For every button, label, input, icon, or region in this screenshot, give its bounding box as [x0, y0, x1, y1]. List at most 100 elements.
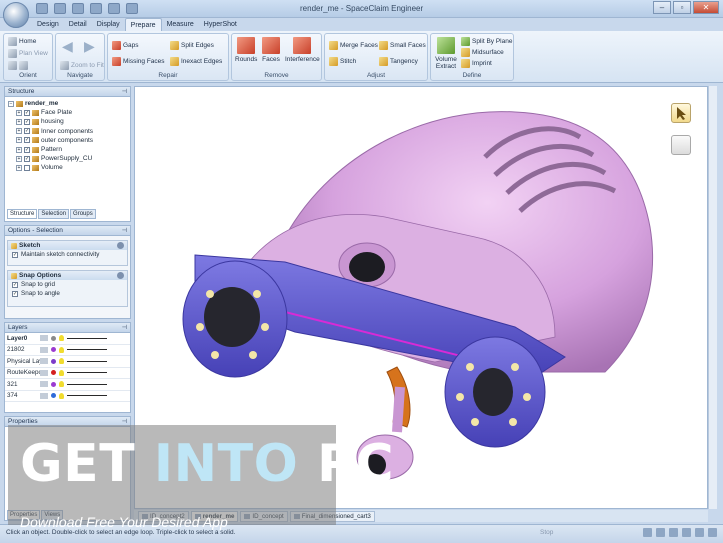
- checkbox[interactable]: ✓: [12, 290, 18, 297]
- expand-icon[interactable]: +: [16, 137, 22, 144]
- interference-button[interactable]: Interference: [285, 37, 320, 63]
- layer-row[interactable]: Layer0: [5, 333, 130, 345]
- new-icon[interactable]: [36, 3, 48, 14]
- stitch-button[interactable]: Stitch: [329, 57, 356, 66]
- merge-faces-button[interactable]: Merge Faces: [329, 41, 378, 50]
- expand-icon[interactable]: +: [16, 165, 22, 172]
- expand-icon[interactable]: +: [16, 146, 22, 153]
- tree-root[interactable]: − render_me: [8, 99, 127, 108]
- layer-row[interactable]: 374: [5, 391, 130, 402]
- snap-to-grid-option[interactable]: ✓ Snap to grid: [8, 280, 127, 289]
- visibility-bulb-icon[interactable]: [59, 369, 64, 376]
- collapse-icon[interactable]: [117, 242, 124, 249]
- snap-icon[interactable]: [669, 528, 678, 537]
- layer-color-icon[interactable]: [51, 347, 56, 353]
- visibility-bulb-icon[interactable]: [59, 381, 64, 388]
- rounds-button[interactable]: Rounds: [235, 37, 257, 63]
- line-style-icon[interactable]: [67, 349, 107, 351]
- tab-detail[interactable]: Detail: [64, 18, 92, 31]
- imprint-button[interactable]: Imprint: [461, 59, 492, 68]
- layer-color-icon[interactable]: [51, 381, 56, 387]
- tab-display[interactable]: Display: [92, 18, 125, 31]
- pin-icon[interactable]: ⊣: [122, 87, 127, 97]
- render-mode-icon[interactable]: [695, 528, 704, 537]
- collapse-icon[interactable]: −: [8, 100, 14, 107]
- small-faces-button[interactable]: Small Faces: [379, 41, 426, 50]
- back-arrow-icon[interactable]: ◀: [62, 39, 76, 53]
- visibility-bulb-icon[interactable]: [59, 346, 64, 353]
- minimize-button[interactable]: –: [653, 1, 671, 14]
- plan-view-button[interactable]: Plan View: [8, 49, 48, 58]
- tab-groups[interactable]: Groups: [70, 209, 96, 219]
- checkbox[interactable]: ✓: [12, 251, 18, 258]
- selection-filter-icon[interactable]: [656, 528, 665, 537]
- view-options-button[interactable]: [8, 61, 28, 70]
- visibility-checkbox[interactable]: [24, 165, 30, 172]
- tab-hypershot[interactable]: HyperShot: [199, 18, 242, 31]
- snap-to-angle-option[interactable]: ✓ Snap to angle: [8, 289, 127, 298]
- split-edges-button[interactable]: Split Edges: [170, 41, 214, 50]
- view-style-icon[interactable]: [682, 528, 691, 537]
- tree-item[interactable]: + ✓ PowerSupply_CU: [8, 154, 127, 163]
- layer-row[interactable]: 321: [5, 379, 130, 391]
- visibility-checkbox[interactable]: ✓: [24, 109, 30, 116]
- open-icon[interactable]: [54, 3, 66, 14]
- save-icon[interactable]: [72, 3, 84, 14]
- missing-faces-button[interactable]: Missing Faces: [112, 57, 165, 66]
- pin-icon[interactable]: ⊣: [122, 323, 127, 333]
- checkbox[interactable]: ✓: [12, 281, 18, 288]
- tab-prepare[interactable]: Prepare: [124, 18, 162, 31]
- inexact-edges-button[interactable]: Inexact Edges: [170, 57, 222, 66]
- faces-button[interactable]: Faces: [262, 37, 280, 63]
- maximize-button[interactable]: ▫: [673, 1, 691, 14]
- viewport-scrollbar[interactable]: [708, 86, 717, 509]
- line-style-icon[interactable]: [67, 360, 107, 362]
- sketch-options-header[interactable]: Sketch: [8, 241, 127, 250]
- tree-item[interactable]: + ✓ Pattern: [8, 145, 127, 154]
- line-style-icon[interactable]: [67, 372, 107, 374]
- visibility-checkbox[interactable]: ✓: [24, 119, 30, 125]
- select-tool-icon[interactable]: [671, 103, 691, 123]
- visibility-checkbox[interactable]: ✓: [24, 137, 30, 144]
- tangency-button[interactable]: Tangency: [379, 57, 418, 66]
- visibility-checkbox[interactable]: ✓: [24, 128, 30, 135]
- undo-icon[interactable]: [90, 3, 102, 14]
- close-button[interactable]: ✕: [693, 1, 719, 14]
- stop-button[interactable]: Stop: [540, 529, 553, 536]
- line-style-icon[interactable]: [67, 395, 107, 397]
- tab-design[interactable]: Design: [32, 18, 64, 31]
- app-menu-button[interactable]: [3, 2, 29, 28]
- zoom-to-fit-button[interactable]: Zoom to Fit: [60, 61, 104, 70]
- pin-icon[interactable]: ⊣: [122, 226, 127, 236]
- tab-structure[interactable]: Structure: [7, 209, 38, 219]
- expand-icon[interactable]: +: [16, 128, 22, 135]
- line-style-icon[interactable]: [67, 383, 107, 385]
- expand-icon[interactable]: +: [16, 155, 22, 162]
- midsurface-button[interactable]: Midsurface: [461, 48, 504, 57]
- pin-icon[interactable]: ⊣: [122, 417, 127, 427]
- layer-color-icon[interactable]: [51, 358, 56, 364]
- maintain-connectivity-option[interactable]: ✓ Maintain sketch connectivity: [8, 250, 127, 259]
- select-mode-icon[interactable]: [643, 528, 652, 537]
- expand-icon[interactable]: +: [16, 109, 22, 116]
- expand-icon[interactable]: +: [16, 119, 22, 125]
- tab-measure[interactable]: Measure: [162, 18, 199, 31]
- doc-tab-id-concept[interactable]: ID_concept: [240, 510, 288, 522]
- snap-options-header[interactable]: Snap Options: [8, 271, 127, 280]
- visibility-bulb-icon[interactable]: [59, 392, 64, 399]
- doc-tab-final-dimensioned-cart3[interactable]: Final_dimensioned_cart3: [289, 510, 375, 522]
- tab-selection[interactable]: Selection: [38, 209, 70, 219]
- tree-item[interactable]: + ✓ housing: [8, 117, 127, 126]
- gaps-button[interactable]: Gaps: [112, 41, 139, 50]
- layer-row[interactable]: Physical Lay...: [5, 356, 130, 368]
- tree-item[interactable]: + ✓ Face Plate: [8, 108, 127, 117]
- volume-extract-button[interactable]: Volume Extract: [434, 37, 458, 70]
- tree-item[interactable]: + Volume: [8, 163, 127, 172]
- line-style-icon[interactable]: [67, 337, 107, 339]
- display-icon[interactable]: [708, 528, 717, 537]
- tree-item[interactable]: + ✓ Inner components: [8, 127, 127, 136]
- layer-row[interactable]: 21802: [5, 345, 130, 356]
- split-by-plane-button[interactable]: Split By Plane: [461, 37, 512, 46]
- customize-icon[interactable]: [126, 3, 138, 14]
- layer-color-icon[interactable]: [51, 335, 56, 341]
